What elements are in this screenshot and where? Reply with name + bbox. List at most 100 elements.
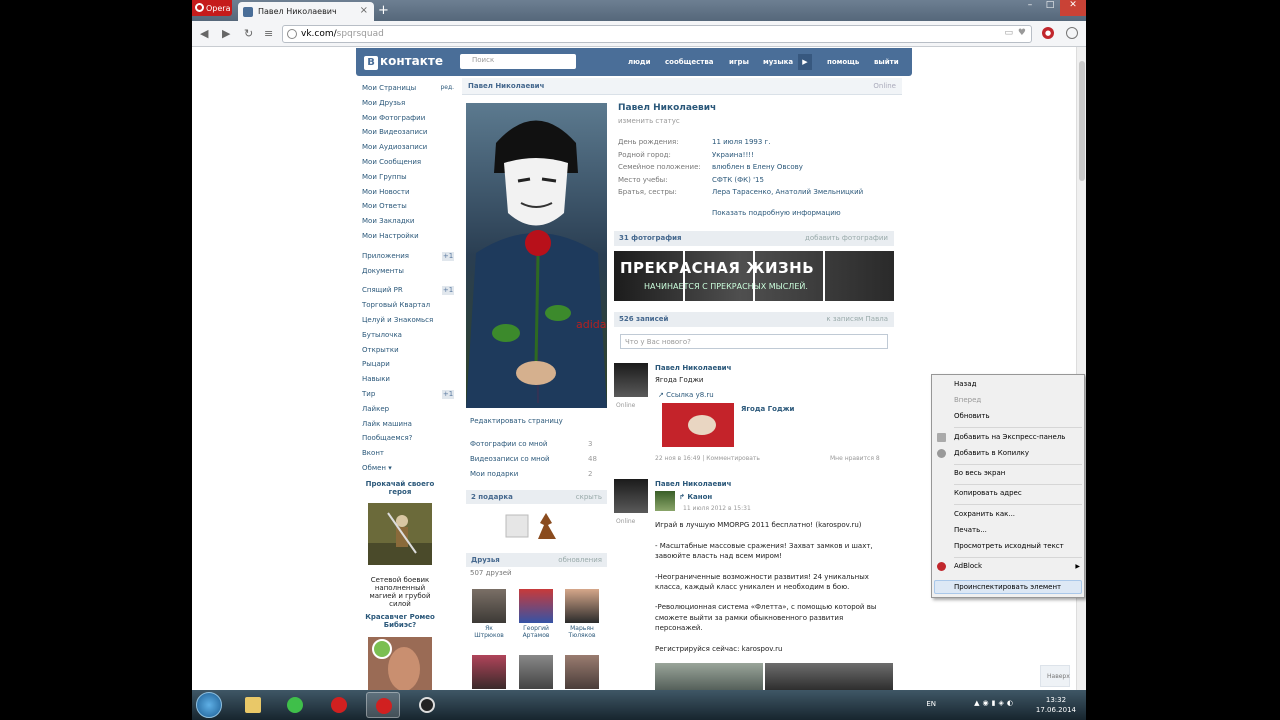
sidebar-item[interactable]: Мои Аудиозаписи: [362, 140, 454, 155]
sidebar-item[interactable]: Мои Друзья: [362, 96, 454, 111]
info-value[interactable]: СФТК (ФК) '15: [712, 176, 764, 184]
menu-copy-address[interactable]: Копировать адрес: [954, 489, 1022, 497]
info-value[interactable]: 11 июля 1993 г.: [712, 138, 770, 146]
friend-card[interactable]: Георгий Артамов: [518, 589, 554, 639]
play-icon[interactable]: ▶: [798, 54, 812, 70]
sidebar-item[interactable]: Лайкер: [362, 402, 454, 417]
taskbar-app-green[interactable]: [278, 692, 312, 718]
wall-filter-link[interactable]: к записям Павла: [826, 315, 888, 323]
wall-section-header[interactable]: 526 записей к записям Павла: [614, 312, 894, 327]
ad-image[interactable]: [368, 503, 432, 565]
post-author-avatar[interactable]: [614, 363, 648, 397]
friend-card[interactable]: Марьян Тюляков: [564, 589, 600, 639]
vk-logo[interactable]: Вконтакте: [364, 54, 443, 70]
post-author-name[interactable]: Павел Николаевич: [655, 480, 731, 488]
nav-communities[interactable]: сообщества: [665, 58, 714, 66]
my-gifts-link[interactable]: Мои подарки 2: [470, 470, 592, 478]
repost-source[interactable]: ↱ Канон: [679, 493, 712, 501]
close-tab-icon[interactable]: ×: [360, 5, 368, 16]
nav-people[interactable]: люди: [628, 58, 651, 66]
sidebar-item[interactable]: Мои Группы: [362, 170, 454, 185]
status-edit-link[interactable]: изменить статус: [618, 117, 680, 125]
new-tab-icon[interactable]: +: [378, 3, 389, 18]
language-indicator[interactable]: EN: [926, 700, 936, 708]
post-link[interactable]: ↗ Ссылка y8.ru: [658, 391, 714, 399]
sidebar-item[interactable]: Обмен ▾: [362, 461, 454, 476]
sidebar-item[interactable]: Мои Закладки: [362, 214, 454, 229]
friend-card[interactable]: [518, 655, 554, 691]
sidebar-item[interactable]: Приложения +1: [362, 249, 454, 264]
menu-reload[interactable]: Обновить: [954, 412, 990, 420]
friend-card[interactable]: [564, 655, 600, 691]
sidebar-item[interactable]: Бутылочка: [362, 328, 454, 343]
taskbar-obs[interactable]: [410, 692, 444, 718]
sidebar-item[interactable]: Мои Видеозаписи: [362, 125, 454, 140]
heart-icon[interactable]: ♥: [1018, 28, 1026, 38]
close-window-icon[interactable]: ✕: [1060, 0, 1086, 16]
sidebar-item[interactable]: Пообщаемся?: [362, 431, 454, 446]
edit-menu-link[interactable]: ред.: [440, 81, 454, 96]
menu-save-as[interactable]: Сохранить как...: [954, 510, 1015, 518]
friend-card[interactable]: [471, 655, 507, 691]
minimize-icon[interactable]: –: [1020, 0, 1040, 16]
info-value[interactable]: влюблен в Елену Овсову: [712, 163, 803, 171]
wall-post-input[interactable]: Что у Вас нового?: [620, 334, 888, 349]
counter-badge[interactable]: +1: [442, 251, 454, 261]
forward-icon[interactable]: ▶: [222, 27, 230, 40]
photo-strip[interactable]: ПРЕКРАСНАЯ ЖИЗНЬ НАЧИНАЕТСЯ С ПРЕКРАСНЫХ…: [614, 251, 894, 301]
videos-with-me-link[interactable]: Видеозаписи со мной 48: [470, 455, 597, 463]
sidebar-item[interactable]: Мои Страницы ред.: [362, 81, 454, 96]
friend-card[interactable]: Як Штрюков: [471, 589, 507, 639]
back-icon[interactable]: ◀: [200, 27, 208, 40]
post-image[interactable]: [765, 663, 893, 690]
sidebar-item[interactable]: Лайк машина: [362, 417, 454, 432]
scrollbar-thumb[interactable]: [1079, 61, 1085, 181]
post-meta[interactable]: 22 ноя в 16:49 | Комментировать: [655, 455, 760, 462]
counter-badge[interactable]: +1: [442, 389, 454, 399]
repost-avatar[interactable]: [655, 491, 675, 511]
sidebar-item[interactable]: Мои Настройки: [362, 229, 454, 244]
taskbar-opera-active[interactable]: [366, 692, 400, 718]
ad2-image[interactable]: [368, 637, 432, 690]
sidebar-item[interactable]: Торговый Квартал: [362, 298, 454, 313]
show-more-info-link[interactable]: Показать подробную информацию: [712, 209, 841, 217]
photos-with-me-link[interactable]: Фотографии со мной 3: [470, 440, 592, 448]
sidebar-item[interactable]: Вконт: [362, 446, 454, 461]
menu-fullscreen[interactable]: Во весь экран: [954, 469, 1005, 477]
search-input[interactable]: Поиск: [460, 54, 576, 69]
menu-print[interactable]: Печать...: [954, 526, 987, 534]
nav-music[interactable]: музыка: [763, 58, 793, 66]
nav-games[interactable]: игры: [729, 58, 749, 66]
sidebar-item[interactable]: Мои Новости: [362, 185, 454, 200]
sidebar-item[interactable]: Мои Ответы: [362, 199, 454, 214]
gifts-hide-link[interactable]: скрыть: [576, 493, 602, 501]
repost-date[interactable]: 11 июля 2012 в 15:31: [683, 505, 751, 512]
gifts-header[interactable]: 2 подарка скрыть: [466, 490, 607, 504]
friends-count[interactable]: 507 друзей: [470, 569, 512, 577]
opera-menu-button[interactable]: Opera: [192, 0, 232, 16]
maximize-icon[interactable]: □: [1040, 0, 1060, 16]
menu-add-stash[interactable]: Добавить в Копилку: [954, 449, 1029, 457]
sidebar-item[interactable]: Спящий PR +1: [362, 283, 454, 298]
clock[interactable]: 13:32 17.06.2014: [1036, 695, 1076, 715]
post-image[interactable]: [655, 663, 763, 690]
start-button[interactable]: [196, 692, 222, 718]
tray-icons[interactable]: ▲◉▮◈◐: [974, 699, 1016, 707]
sidebar-item[interactable]: Мои Сообщения: [362, 155, 454, 170]
gift-images[interactable]: [502, 509, 562, 545]
info-value[interactable]: Украина!!!!: [712, 151, 754, 159]
back-to-top-button[interactable]: Наверх: [1040, 665, 1070, 687]
sidebar-item[interactable]: Навыки: [362, 372, 454, 387]
photos-section-header[interactable]: 31 фотография добавить фотографии: [614, 231, 894, 246]
counter-badge[interactable]: +1: [442, 286, 454, 296]
edit-page-link[interactable]: Редактировать страницу: [470, 417, 563, 425]
browser-tab[interactable]: Павел Николаевич ×: [238, 2, 374, 21]
speed-dial-icon[interactable]: ≡: [264, 27, 273, 40]
post-attachment-image[interactable]: [662, 403, 734, 447]
ad-title[interactable]: Прокачай своего героя: [362, 480, 438, 496]
menu-inspect-element[interactable]: Проинспектировать элемент: [954, 583, 1061, 591]
ad2-title[interactable]: Красавчег Ромеo Бибиэс?: [362, 613, 438, 629]
friends-header[interactable]: Друзья обновления: [466, 553, 607, 567]
sidebar-item[interactable]: Целуй и Знакомься: [362, 313, 454, 328]
menu-add-speed-dial[interactable]: Добавить на Экспресс-панель: [954, 433, 1065, 441]
